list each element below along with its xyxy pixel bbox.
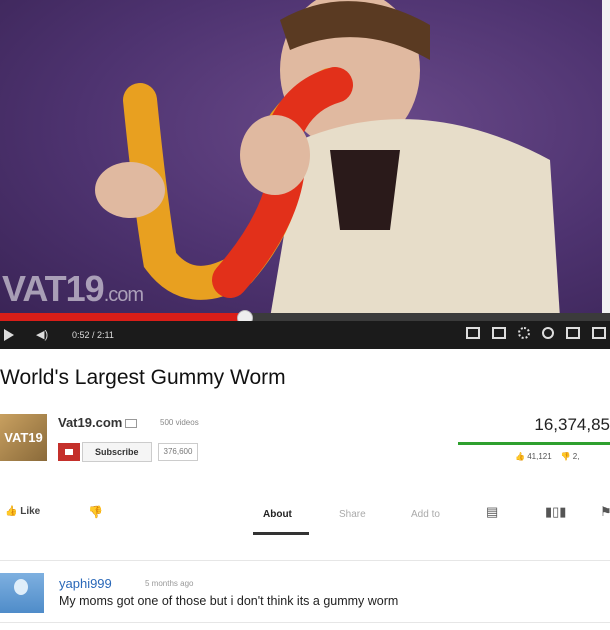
video-title: World's Largest Gummy Worm xyxy=(0,366,286,389)
theater-mode-icon[interactable] xyxy=(566,327,580,339)
channel-avatar[interactable]: VAT19 xyxy=(0,414,47,461)
tab-add-to[interactable]: Add to xyxy=(411,509,440,520)
likes-summary: 👍 41,121 👎 2, xyxy=(515,452,579,461)
video-edge-strip xyxy=(602,0,610,318)
video-watermark: VAT19.com xyxy=(2,268,144,309)
divider xyxy=(0,622,610,623)
flag-icon[interactable]: ⚑ xyxy=(600,504,610,520)
transcript-icon[interactable]: ▤ xyxy=(486,504,498,520)
tab-about[interactable]: About xyxy=(263,509,292,520)
video-player[interactable]: VAT19.com xyxy=(0,0,610,318)
like-button[interactable]: 👍 Like xyxy=(5,506,40,517)
captions-icon[interactable] xyxy=(466,327,480,339)
statistics-icon[interactable]: ▮▯▮ xyxy=(545,504,566,520)
tab-share[interactable]: Share xyxy=(339,509,366,520)
volume-icon[interactable]: ◀) xyxy=(36,328,48,341)
thumbs-up-icon: 👍 xyxy=(515,452,525,461)
commenter-avatar[interactable] xyxy=(0,573,44,613)
play-icon[interactable] xyxy=(4,329,14,341)
watch-later-icon[interactable] xyxy=(492,327,506,339)
dislike-count: 2, xyxy=(572,452,580,461)
progress-bar[interactable] xyxy=(0,310,610,326)
subscribe-button[interactable]: Subscribe xyxy=(82,442,152,462)
time-display: 0:52 / 2:11 xyxy=(72,330,114,340)
channel-name[interactable]: Vat19.com xyxy=(58,415,138,430)
subscriber-count: 376,600 xyxy=(157,443,199,461)
settings-gear-icon[interactable] xyxy=(518,327,530,339)
player-controls: ◀) 0:52 / 2:11 xyxy=(0,321,610,349)
action-row: 👍 Like 👎 About Share Add to ▤ ▮▯▮ ⚑ xyxy=(0,500,610,536)
comment-timestamp[interactable]: 5 months ago xyxy=(145,579,193,588)
comment-text: My moms got one of those but i don't thi… xyxy=(59,594,399,608)
view-count: 16,374,85 xyxy=(534,415,610,434)
active-tab-indicator xyxy=(253,532,309,535)
fullscreen-icon[interactable] xyxy=(592,327,606,339)
like-count: 41,121 xyxy=(527,452,552,461)
thumbs-down-icon: 👎 xyxy=(560,452,571,461)
progress-fill xyxy=(0,313,244,321)
annotations-icon[interactable] xyxy=(542,327,554,339)
channel-videos-icon xyxy=(125,419,138,429)
comment-username[interactable]: yaphi999 xyxy=(59,576,112,591)
thumbs-up-icon: 👍 xyxy=(5,506,18,517)
dislike-button[interactable]: 👎 xyxy=(88,505,103,519)
video-count[interactable]: 500 videos xyxy=(160,418,199,427)
like-ratio-bar xyxy=(458,442,610,445)
thumbs-down-icon: 👎 xyxy=(88,505,103,519)
youtube-logo-icon xyxy=(58,443,80,461)
subscribe-group: Subscribe 376,600 xyxy=(58,442,199,462)
